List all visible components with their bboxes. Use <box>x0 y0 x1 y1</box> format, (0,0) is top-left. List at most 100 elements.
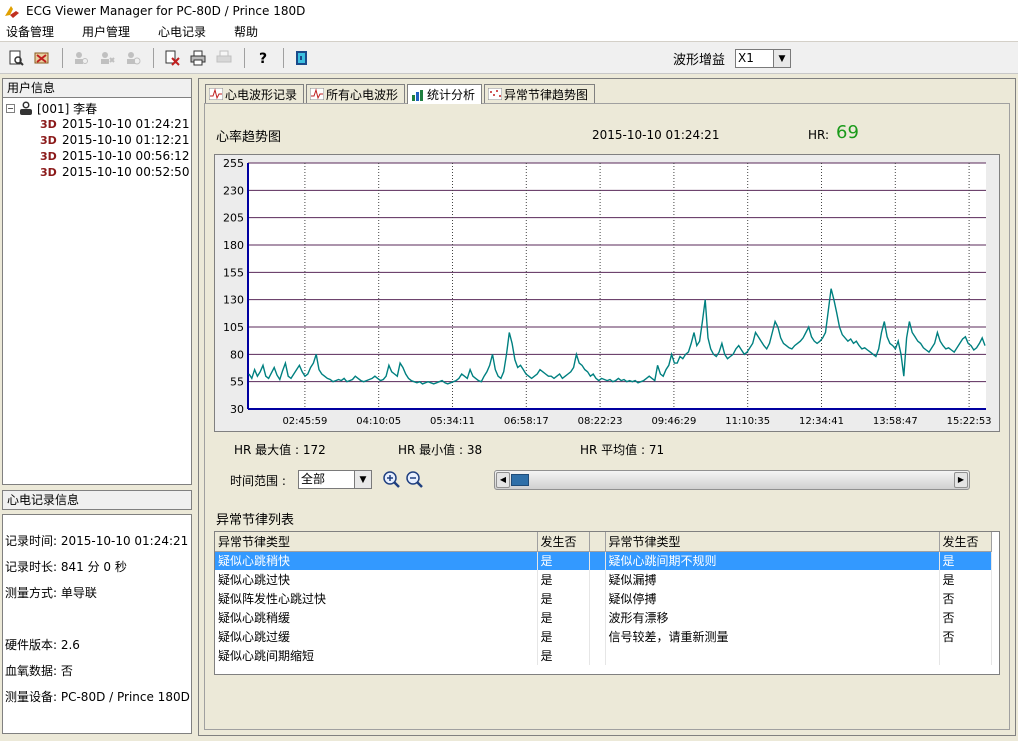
chart-title: 心率趋势图 <box>216 130 282 145</box>
record-datetime: 2015-10-10 01:24:21 <box>62 117 190 131</box>
table-row[interactable]: 疑似心跳过缓 是 信号较差，请重新测量 否 <box>215 627 992 646</box>
help-button[interactable]: ? <box>251 47 275 69</box>
column-header[interactable]: 异常节律类型 <box>215 532 538 552</box>
y-tick-label: 130 <box>223 294 244 307</box>
table-cell <box>589 551 606 570</box>
table-cell: 信号较差，请重新测量 <box>605 627 940 646</box>
table-cell: 否 <box>939 627 992 646</box>
gain-label: 波形增益 <box>673 53 726 68</box>
hr-trend-chart: 30 55 80 105 130 155 180 205 230 255 02:45:59 04:10… <box>214 154 1000 432</box>
tree-root-user[interactable]: − [001] 李春 <box>6 100 189 116</box>
record-datetime: 2015-10-10 00:52:50 <box>62 165 190 179</box>
tree-record-item[interactable]: 3D 2015-10-10 00:52:50 <box>40 164 189 180</box>
x-tick-label: 09:46:29 <box>651 416 696 427</box>
chevron-down-icon[interactable]: ▼ <box>774 49 791 68</box>
record-3d-icon: 3D <box>40 165 57 179</box>
waveform-icon <box>310 88 325 100</box>
menu-bar: 设备管理 用户管理 心电记录 帮助 <box>0 22 1018 42</box>
menu-ecg-record[interactable]: 心电记录 <box>158 23 206 40</box>
hr-value: 69 <box>836 122 859 143</box>
exit-button[interactable] <box>290 47 314 69</box>
bar-chart-icon <box>412 89 424 101</box>
tree-record-item[interactable]: 3D 2015-10-10 01:12:21 <box>40 132 189 148</box>
tab-arrhythmia-trend[interactable]: 异常节律趋势图 <box>484 84 596 103</box>
user-edit-button[interactable] <box>121 47 145 69</box>
tab-ecg-waveform[interactable]: 心电波形记录 <box>205 84 305 103</box>
record-3d-icon: 3D <box>40 117 57 131</box>
toolbar-separator <box>153 47 154 68</box>
toolbar-separator <box>283 47 284 68</box>
user-search-icon <box>75 51 88 64</box>
tree-root-label: [001] 李春 <box>37 101 98 116</box>
table-cell: 是 <box>537 570 590 589</box>
delete-record-icon <box>165 50 180 66</box>
y-tick-label: 30 <box>230 403 244 416</box>
x-tick-label: 02:45:59 <box>282 416 327 427</box>
chevron-down-icon[interactable]: ▼ <box>355 470 372 489</box>
column-header[interactable]: 发生否 <box>939 532 992 552</box>
table-row[interactable]: 疑似心跳间期缩短 是 <box>215 646 992 665</box>
column-header[interactable]: 异常节律类型 <box>605 532 940 552</box>
delete-user-button[interactable] <box>30 47 54 69</box>
abnormal-rhythm-table: 异常节律类型 发生否 异常节律类型 发生否 疑似心跳稍快 是 疑似心跳间期不规则… <box>214 531 1000 675</box>
print-setup-button[interactable] <box>212 47 236 69</box>
user-search-button[interactable] <box>69 47 93 69</box>
time-scroll-slider[interactable]: ◀ ▶ <box>494 470 970 490</box>
tree-record-item[interactable]: 3D 2015-10-10 00:56:12 <box>40 148 189 164</box>
zoom-out-icon[interactable] <box>405 470 424 489</box>
plot-area <box>248 163 986 409</box>
table-row[interactable]: 疑似心跳过快 是 疑似漏搏 是 <box>215 570 992 589</box>
hw-version: 硬件版本: 2.6 <box>5 638 80 652</box>
table-cell <box>605 646 940 665</box>
table-cell: 疑似心跳间期缩短 <box>215 646 538 665</box>
print-button[interactable] <box>186 47 210 69</box>
column-header[interactable]: 发生否 <box>537 532 590 552</box>
time-range-dropdown[interactable]: 全部 ▼ <box>298 470 372 489</box>
record-3d-icon: 3D <box>40 149 57 163</box>
zoom-in-icon[interactable] <box>382 470 401 489</box>
y-tick-label: 255 <box>223 157 244 170</box>
menu-user[interactable]: 用户管理 <box>82 23 130 40</box>
collapse-toggle[interactable]: − <box>6 103 15 113</box>
device-name: 测量设备: PC-80D / Prince 180D <box>5 690 190 704</box>
tab-statistics[interactable]: 统计分析 <box>407 84 483 104</box>
record-time: 记录时间: 2015-10-10 01:24:21 <box>5 534 189 548</box>
slider-thumb[interactable] <box>511 474 529 486</box>
title-bar: ECG Viewer Manager for PC-80D / Prince 1… <box>0 0 1018 22</box>
tab-label: 心电波形记录 <box>225 87 298 102</box>
menu-help[interactable]: 帮助 <box>234 23 258 40</box>
hr-min: HR 最小值 : 38 <box>398 443 483 457</box>
toolbar-separator <box>62 47 63 68</box>
tab-all-waveforms[interactable]: 所有心电波形 <box>306 84 406 103</box>
table-cell: 否 <box>939 589 992 608</box>
table-row[interactable]: 疑似心跳稍缓 是 波形有漂移 否 <box>215 608 992 627</box>
y-tick-label: 205 <box>223 212 244 225</box>
user-add-button[interactable] <box>95 47 119 69</box>
y-tick-label: 55 <box>230 376 244 389</box>
y-tick-label: 155 <box>223 266 244 279</box>
table-row[interactable]: 疑似心跳稍快 是 疑似心跳间期不规则 是 <box>215 551 992 570</box>
table-cell <box>939 646 992 665</box>
x-tick-label: 05:34:11 <box>430 416 475 427</box>
hr-avg: HR 平均值 : 71 <box>580 443 665 457</box>
menu-device[interactable]: 设备管理 <box>6 23 54 40</box>
x-tick-label: 11:10:35 <box>725 416 770 427</box>
record-3d-icon: 3D <box>40 133 57 147</box>
user-tree: − [001] 李春 3D 2015-10-10 01:24:21 3D 201… <box>6 100 190 180</box>
waveform-icon <box>209 88 223 100</box>
record-panel-header: 心电记录信息 <box>2 490 192 510</box>
scroll-right-button[interactable]: ▶ <box>954 472 968 488</box>
table-cell: 是 <box>939 570 992 589</box>
scroll-left-button[interactable]: ◀ <box>496 472 510 488</box>
user-icon <box>20 101 32 115</box>
gain-dropdown[interactable]: X1 ▼ <box>735 49 791 68</box>
tree-record-item[interactable]: 3D 2015-10-10 01:24:21 <box>40 116 190 132</box>
gain-value: X1 <box>735 49 774 68</box>
x-tick-label: 08:22:23 <box>578 416 623 427</box>
tab-label: 统计分析 <box>427 88 476 102</box>
delete-record-button[interactable] <box>160 47 184 69</box>
table-row[interactable]: 疑似阵发性心跳过快 是 疑似停搏 否 <box>215 589 992 608</box>
print-preview-button[interactable] <box>4 47 28 69</box>
print-setup-icon <box>216 50 232 62</box>
x-tick-label: 12:34:41 <box>799 416 844 427</box>
